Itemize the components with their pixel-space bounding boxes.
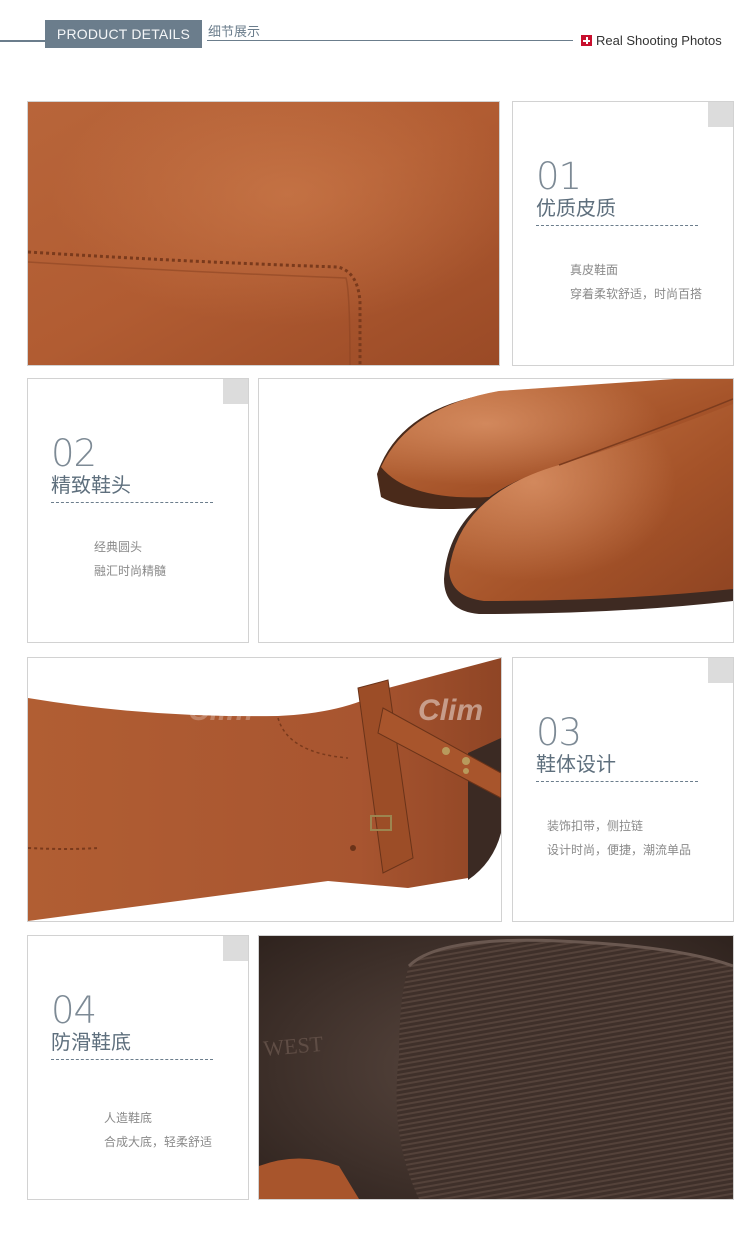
detail-description: 装饰扣带，侧拉链 设计时尚，便捷，潮流单品: [547, 814, 691, 862]
detail-panel-3: 03 鞋体设计 装饰扣带，侧拉链 设计时尚，便捷，潮流单品: [512, 657, 734, 922]
detail-title: 鞋体设计: [536, 748, 698, 782]
detail-description: 经典圆头 融汇时尚精髓: [94, 535, 166, 583]
corner-block: [708, 102, 733, 127]
detail-line-1: 人造鞋底: [104, 1111, 153, 1125]
corner-block: [223, 379, 248, 404]
detail-line-2: 融汇时尚精髓: [94, 564, 167, 578]
photo-buckle-strap: Clim Clim: [27, 657, 502, 922]
product-details-tab: PRODUCT DETAILS: [45, 20, 202, 48]
corner-block: [708, 658, 733, 683]
detail-line-2: 合成大底，轻柔舒适: [104, 1135, 213, 1149]
plus-icon: [581, 35, 592, 46]
detail-line-1: 装饰扣带，侧拉链: [547, 819, 644, 833]
header-subtitle: 细节展示: [208, 25, 261, 40]
detail-title: 优质皮质: [536, 192, 698, 226]
header-rule-right: [207, 40, 573, 41]
detail-panel-1: 01 优质皮质 真皮鞋面 穿着柔软舒适，时尚百搭: [512, 101, 734, 366]
photo-outsole: WEST: [258, 935, 734, 1200]
watermark-text: Clim: [418, 694, 483, 727]
detail-line-2: 设计时尚，便捷，潮流单品: [547, 843, 692, 857]
real-shooting-label: Real Shooting Photos: [581, 33, 722, 48]
real-shooting-text: Real Shooting Photos: [596, 33, 722, 48]
detail-description: 人造鞋底 合成大底，轻柔舒适: [104, 1106, 212, 1154]
detail-description: 真皮鞋面 穿着柔软舒适，时尚百搭: [570, 258, 702, 306]
corner-block: [223, 936, 248, 961]
detail-title: 精致鞋头: [51, 469, 213, 503]
detail-line-1: 真皮鞋面: [570, 263, 619, 277]
detail-panel-4: 04 防滑鞋底 人造鞋底 合成大底，轻柔舒适: [27, 935, 249, 1200]
photo-round-toe: [258, 378, 734, 643]
sole-brand-text: WEST: [262, 1031, 324, 1061]
header-rule-left: [0, 40, 45, 42]
detail-line-1: 经典圆头: [94, 540, 143, 554]
detail-line-2: 穿着柔软舒适，时尚百搭: [570, 287, 703, 301]
detail-title: 防滑鞋底: [51, 1026, 213, 1060]
detail-panel-2: 02 精致鞋头 经典圆头 融汇时尚精髓: [27, 378, 249, 643]
photo-leather-closeup: [27, 101, 500, 366]
svg-text:Clim: Clim: [188, 694, 253, 727]
